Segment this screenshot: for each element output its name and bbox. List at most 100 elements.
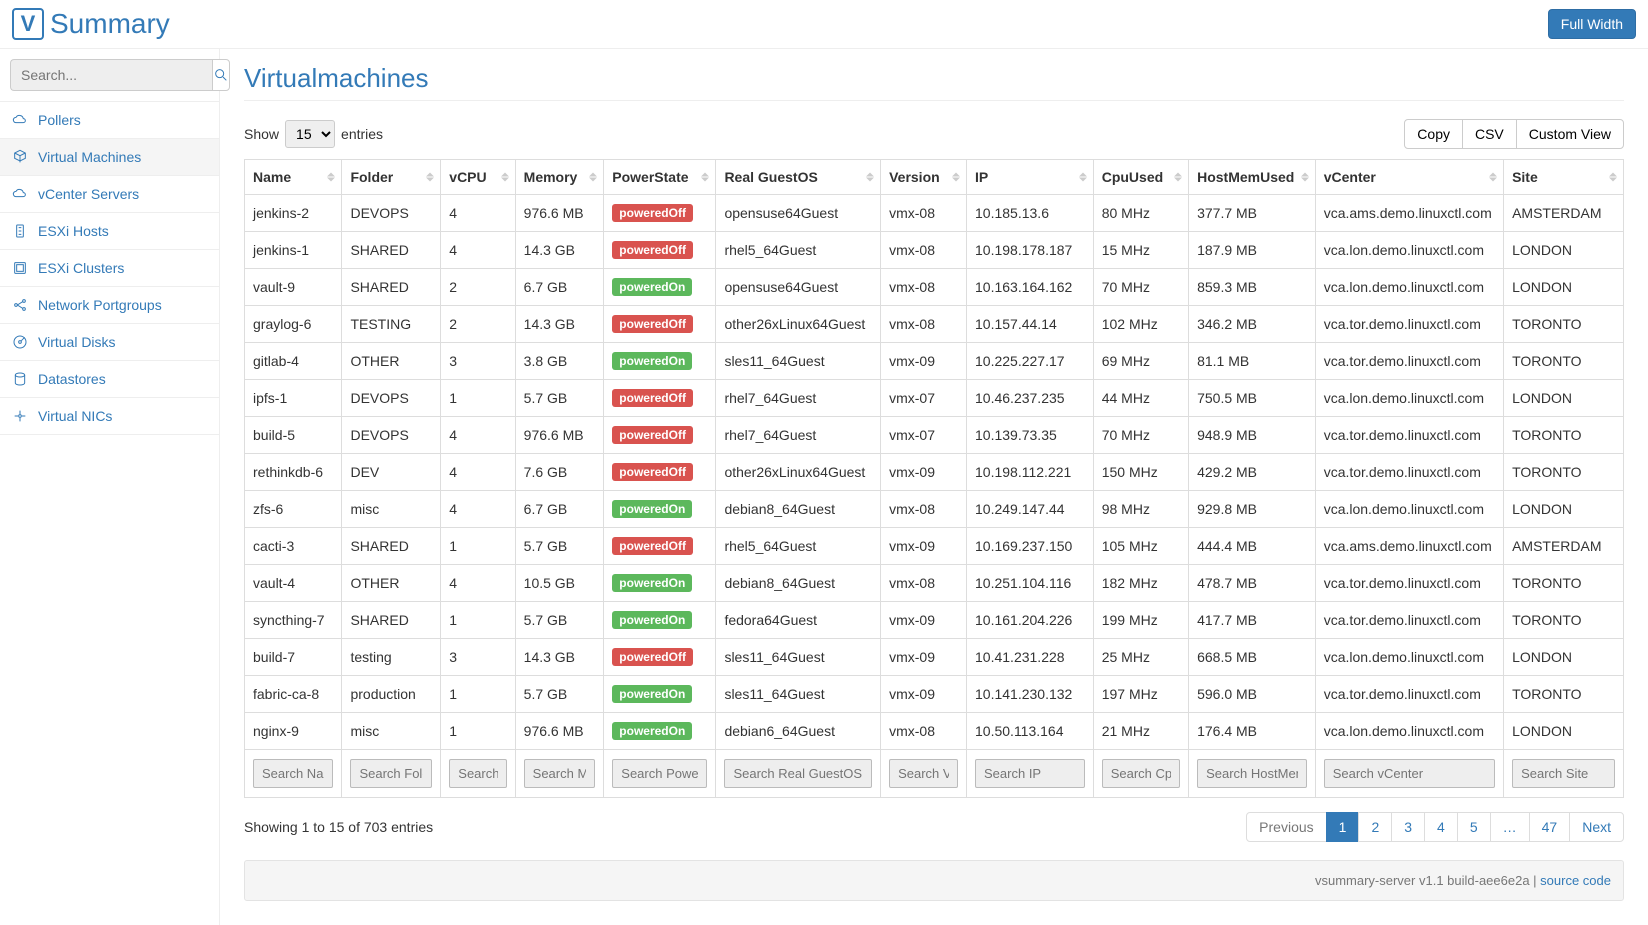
cell-site: TORONTO xyxy=(1504,417,1624,454)
col-vcpu[interactable]: vCPU xyxy=(441,160,515,195)
custom-view-button[interactable]: Custom View xyxy=(1516,119,1624,149)
filter-guestos[interactable] xyxy=(724,759,872,788)
cell-hostmem: 176.4 MB xyxy=(1189,713,1316,750)
filter-hostmem[interactable] xyxy=(1197,759,1307,788)
source-code-link[interactable]: source code xyxy=(1540,873,1611,888)
cell-version: vmx-08 xyxy=(881,306,967,343)
cell-vcenter: vca.tor.demo.linuxctl.com xyxy=(1315,454,1503,491)
cell-ip: 10.249.147.44 xyxy=(967,491,1094,528)
cell-vcenter: vca.ams.demo.linuxctl.com xyxy=(1315,195,1503,232)
cell-vcenter: vca.ams.demo.linuxctl.com xyxy=(1315,528,1503,565)
sidebar-item-virtual-disks[interactable]: Virtual Disks xyxy=(0,324,219,360)
col-power[interactable]: PowerState xyxy=(604,160,716,195)
page-3[interactable]: 3 xyxy=(1391,812,1425,842)
filter-vcenter[interactable] xyxy=(1324,759,1495,788)
cell-memory: 5.7 GB xyxy=(515,602,604,639)
col-name[interactable]: Name xyxy=(245,160,342,195)
cell-version: vmx-09 xyxy=(881,454,967,491)
csv-button[interactable]: CSV xyxy=(1463,119,1516,149)
filter-memory[interactable] xyxy=(524,759,596,788)
table-row[interactable]: build-7testing314.3 GBpoweredOffsles11_6… xyxy=(245,639,1624,676)
cell-ip: 10.41.231.228 xyxy=(967,639,1094,676)
filter-ip[interactable] xyxy=(975,759,1085,788)
page-4[interactable]: 4 xyxy=(1424,812,1458,842)
page-5[interactable]: 5 xyxy=(1457,812,1491,842)
cell-memory: 976.6 MB xyxy=(515,195,604,232)
sidebar-item-vcenter-servers[interactable]: vCenter Servers xyxy=(0,176,219,212)
filter-name[interactable] xyxy=(253,759,333,788)
cell-power: poweredOff xyxy=(604,195,716,232)
filter-version[interactable] xyxy=(889,759,958,788)
table-row[interactable]: gitlab-4OTHER33.8 GBpoweredOnsles11_64Gu… xyxy=(245,343,1624,380)
sidebar-item-pollers[interactable]: Pollers xyxy=(0,102,219,138)
col-version[interactable]: Version xyxy=(881,160,967,195)
page-title: Virtualmachines xyxy=(244,63,1624,101)
cell-name: syncthing-7 xyxy=(245,602,342,639)
page-…[interactable]: … xyxy=(1490,812,1530,842)
table-row[interactable]: syncthing-7SHARED15.7 GBpoweredOnfedora6… xyxy=(245,602,1624,639)
table-row[interactable]: build-5DEVOPS4976.6 MBpoweredOffrhel7_64… xyxy=(245,417,1624,454)
col-memory[interactable]: Memory xyxy=(515,160,604,195)
table-row[interactable]: nginx-9misc1976.6 MBpoweredOndebian6_64G… xyxy=(245,713,1624,750)
cell-cpuused: 102 MHz xyxy=(1093,306,1188,343)
table-row[interactable]: ipfs-1DEVOPS15.7 GBpoweredOffrhel7_64Gue… xyxy=(245,380,1624,417)
page-2[interactable]: 2 xyxy=(1358,812,1392,842)
sidebar-item-virtual-nics[interactable]: Virtual NICs xyxy=(0,398,219,434)
page-next[interactable]: Next xyxy=(1569,812,1624,842)
sidebar-item-esxi-clusters[interactable]: ESXi Clusters xyxy=(0,250,219,286)
table-row[interactable]: zfs-6misc46.7 GBpoweredOndebian8_64Guest… xyxy=(245,491,1624,528)
cell-power: poweredOn xyxy=(604,602,716,639)
col-site[interactable]: Site xyxy=(1504,160,1624,195)
sidebar-item-label: Pollers xyxy=(38,112,81,128)
table-row[interactable]: vault-9SHARED26.7 GBpoweredOnopensuse64G… xyxy=(245,269,1624,306)
filter-cpuused[interactable] xyxy=(1102,759,1180,788)
cell-ip: 10.251.104.116 xyxy=(967,565,1094,602)
power-badge: poweredOff xyxy=(612,537,693,555)
cell-ip: 10.139.73.35 xyxy=(967,417,1094,454)
table-row[interactable]: vault-4OTHER410.5 GBpoweredOndebian8_64G… xyxy=(245,565,1624,602)
power-badge: poweredOn xyxy=(612,278,692,296)
copy-button[interactable]: Copy xyxy=(1404,119,1463,149)
table-row[interactable]: fabric-ca-8production15.7 GBpoweredOnsle… xyxy=(245,676,1624,713)
col-ip[interactable]: IP xyxy=(967,160,1094,195)
table-row[interactable]: cacti-3SHARED15.7 GBpoweredOffrhel5_64Gu… xyxy=(245,528,1624,565)
page-1[interactable]: 1 xyxy=(1326,812,1360,842)
cell-version: vmx-09 xyxy=(881,602,967,639)
sidebar-item-network-portgroups[interactable]: Network Portgroups xyxy=(0,287,219,323)
filter-power[interactable] xyxy=(612,759,707,788)
page-previous[interactable]: Previous xyxy=(1246,812,1326,842)
cell-version: vmx-08 xyxy=(881,232,967,269)
filter-vcpu[interactable] xyxy=(449,759,506,788)
power-badge: poweredOn xyxy=(612,722,692,740)
search-input[interactable] xyxy=(10,59,212,91)
col-hostmem[interactable]: HostMemUsed xyxy=(1189,160,1316,195)
sidebar-item-esxi-hosts[interactable]: ESXi Hosts xyxy=(0,213,219,249)
table-row[interactable]: rethinkdb-6DEV47.6 GBpoweredOffother26xL… xyxy=(245,454,1624,491)
col-cpuused[interactable]: CpuUsed xyxy=(1093,160,1188,195)
page-size-select[interactable]: 15 xyxy=(285,120,335,148)
table-row[interactable]: jenkins-2DEVOPS4976.6 MBpoweredOffopensu… xyxy=(245,195,1624,232)
sidebar-item-datastores[interactable]: Datastores xyxy=(0,361,219,397)
cell-version: vmx-08 xyxy=(881,713,967,750)
cell-site: AMSTERDAM xyxy=(1504,195,1624,232)
cell-site: TORONTO xyxy=(1504,676,1624,713)
filter-folder[interactable] xyxy=(350,759,432,788)
filter-site[interactable] xyxy=(1512,759,1615,788)
table-row[interactable]: jenkins-1SHARED414.3 GBpoweredOffrhel5_6… xyxy=(245,232,1624,269)
cell-hostmem: 81.1 MB xyxy=(1189,343,1316,380)
cell-folder: OTHER xyxy=(342,343,441,380)
full-width-button[interactable]: Full Width xyxy=(1548,9,1636,39)
cell-guestos: rhel7_64Guest xyxy=(716,417,881,454)
cell-folder: DEVOPS xyxy=(342,417,441,454)
col-guestos[interactable]: Real GuestOS xyxy=(716,160,881,195)
cell-version: vmx-09 xyxy=(881,639,967,676)
sidebar-item-label: Virtual Disks xyxy=(38,334,116,350)
page-47[interactable]: 47 xyxy=(1529,812,1571,842)
logo[interactable]: V Summary xyxy=(12,8,170,40)
cell-ip: 10.141.230.132 xyxy=(967,676,1094,713)
cell-hostmem: 444.4 MB xyxy=(1189,528,1316,565)
sidebar-item-virtual-machines[interactable]: Virtual Machines xyxy=(0,139,219,175)
col-vcenter[interactable]: vCenter xyxy=(1315,160,1503,195)
table-row[interactable]: graylog-6TESTING214.3 GBpoweredOffother2… xyxy=(245,306,1624,343)
col-folder[interactable]: Folder xyxy=(342,160,441,195)
